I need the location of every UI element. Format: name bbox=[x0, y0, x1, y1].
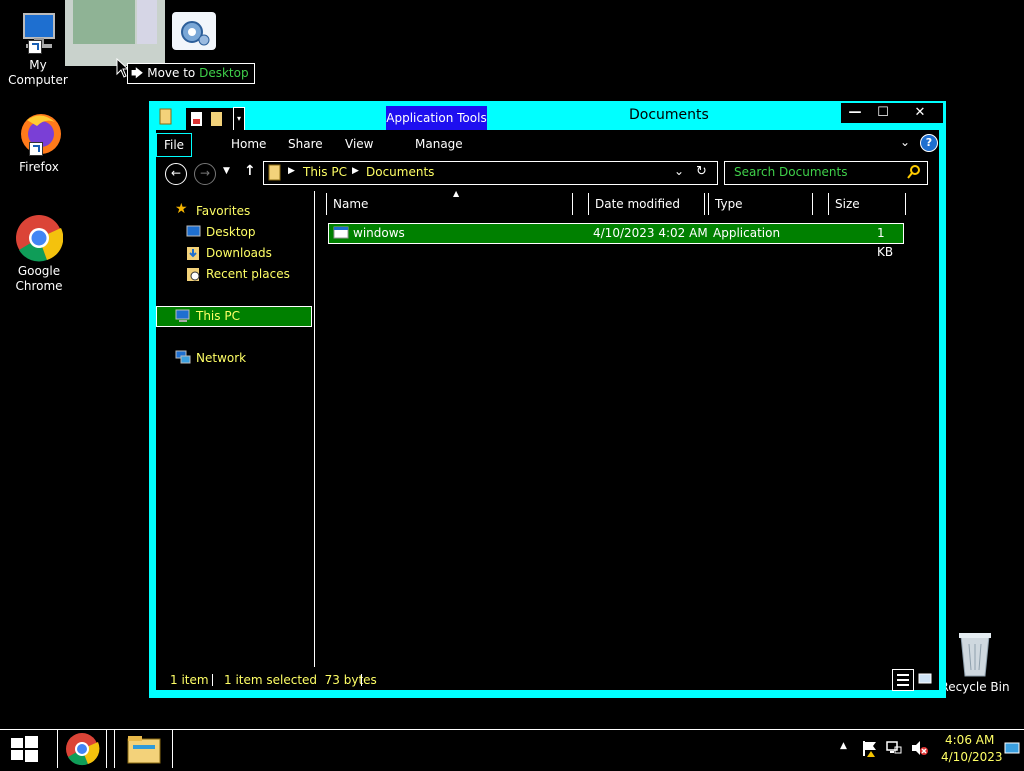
column-header-type[interactable]: Type bbox=[708, 193, 813, 215]
address-bar[interactable]: ▶ This PC ▶ Documents ⌄ ↻ bbox=[263, 161, 718, 185]
windows-logo-icon bbox=[11, 736, 38, 762]
window-title: Documents bbox=[629, 107, 709, 123]
desktop-icon-label: My Computer bbox=[8, 58, 68, 87]
nav-network[interactable]: Network bbox=[196, 351, 246, 365]
recycle-bin-icon bbox=[951, 630, 999, 678]
chrome-icon bbox=[66, 733, 100, 766]
nav-this-pc-selected[interactable]: This PC bbox=[156, 306, 312, 327]
nav-recent-places[interactable]: Recent places bbox=[206, 267, 290, 281]
status-separator bbox=[361, 674, 362, 686]
back-button[interactable]: ← bbox=[165, 163, 187, 185]
details-view-icon bbox=[897, 674, 909, 686]
desktop-icon-chrome[interactable]: Google Chrome bbox=[1, 214, 77, 294]
show-desktop-button[interactable] bbox=[1004, 742, 1020, 759]
contextual-tab-application-tools[interactable]: Application Tools bbox=[385, 105, 488, 132]
ribbon-expand-chevron-icon[interactable]: ⌄ bbox=[900, 135, 910, 149]
help-button[interactable]: ? bbox=[920, 134, 938, 152]
column-header-size[interactable]: Size bbox=[828, 193, 906, 215]
breadcrumb-documents[interactable]: Documents bbox=[366, 165, 434, 179]
clock-time[interactable]: 4:06 AM bbox=[945, 733, 994, 747]
up-button[interactable]: ↑ bbox=[244, 163, 256, 179]
nav-favorites[interactable]: Favorites bbox=[196, 204, 250, 218]
tab-home[interactable]: Home bbox=[221, 133, 276, 155]
mouse-cursor-icon bbox=[116, 57, 130, 81]
file-size: 1 KB bbox=[877, 226, 894, 259]
nav-desktop[interactable]: Desktop bbox=[206, 225, 256, 239]
column-header-date[interactable]: Date modified bbox=[588, 193, 705, 215]
tab-file[interactable]: File bbox=[156, 133, 192, 157]
taskbar-explorer-button[interactable] bbox=[114, 730, 173, 768]
clock-date[interactable]: 4/10/2023 bbox=[941, 750, 1003, 764]
volume-muted-icon[interactable] bbox=[910, 740, 928, 759]
column-header-name[interactable]: Name bbox=[326, 193, 573, 215]
status-separator bbox=[212, 674, 213, 686]
status-selection: 1 item selected 73 bytes bbox=[224, 673, 377, 687]
file-explorer-icon bbox=[127, 736, 161, 764]
large-icons-view-icon bbox=[918, 673, 932, 684]
address-dropdown-chevron-icon[interactable]: ⌄ bbox=[674, 164, 684, 178]
breadcrumb-separator-icon: ▶ bbox=[288, 166, 295, 176]
firefox-icon bbox=[15, 110, 63, 158]
desktop-icon-label: Google Chrome bbox=[15, 264, 63, 293]
drag-ghost-settings-icon bbox=[172, 12, 216, 50]
tab-manage[interactable]: Manage bbox=[405, 133, 473, 155]
details-view-button[interactable] bbox=[892, 669, 914, 691]
documents-folder-icon bbox=[268, 164, 282, 184]
search-icon[interactable] bbox=[907, 164, 921, 183]
start-button[interactable] bbox=[0, 730, 48, 768]
desktop-folder-icon bbox=[186, 225, 201, 241]
desktop-icon-recycle-bin[interactable]: Recycle Bin bbox=[937, 630, 1013, 695]
window-folder-icon bbox=[159, 107, 173, 128]
desktop-icon-firefox[interactable]: Firefox bbox=[1, 110, 77, 175]
customize-qat-button[interactable]: ▾ bbox=[233, 107, 245, 131]
search-placeholder: Search Documents bbox=[734, 165, 848, 179]
explorer-window[interactable]: ▾ Application Tools Documents — ☐ ✕ File… bbox=[149, 101, 946, 698]
status-item-count: 1 item bbox=[170, 673, 209, 687]
show-hidden-icons-button[interactable]: ▲ bbox=[840, 741, 847, 751]
move-arrow-icon: 🡆 bbox=[131, 66, 144, 80]
desktop-icon-my-computer[interactable]: My Computer bbox=[0, 8, 76, 88]
search-input[interactable]: Search Documents bbox=[724, 161, 928, 185]
nav-downloads[interactable]: Downloads bbox=[206, 246, 272, 260]
tab-share[interactable]: Share bbox=[278, 133, 333, 155]
action-center-flag-icon[interactable] bbox=[862, 740, 878, 760]
drag-tooltip: 🡆 Move to Desktop bbox=[127, 63, 255, 84]
network-icon bbox=[175, 350, 191, 368]
tab-view[interactable]: View bbox=[335, 133, 383, 155]
show-desktop-icon bbox=[1004, 742, 1020, 754]
file-type: Application bbox=[713, 226, 781, 240]
breadcrumb-separator-icon: ▶ bbox=[352, 166, 359, 176]
recent-places-icon bbox=[186, 267, 201, 285]
file-date: 4/10/2023 4:02 AM bbox=[593, 226, 708, 240]
downloads-folder-icon bbox=[186, 246, 201, 264]
taskbar: ▲ 4:06 AM 4/10/2023 bbox=[0, 729, 1024, 769]
refresh-icon[interactable]: ↻ bbox=[696, 164, 707, 179]
taskbar-chrome-button[interactable] bbox=[57, 730, 107, 768]
computer-icon bbox=[14, 8, 62, 56]
desktop-icon-label: Recycle Bin bbox=[940, 680, 1010, 694]
drag-ghost-window bbox=[65, 0, 165, 66]
desktop-icon-label: Firefox bbox=[19, 160, 59, 174]
nav-this-pc-label: This PC bbox=[196, 309, 240, 323]
forward-button[interactable]: → bbox=[194, 163, 216, 185]
pane-divider[interactable] bbox=[314, 191, 315, 667]
this-pc-icon bbox=[175, 309, 191, 326]
file-row[interactable]: windows 4/10/2023 4:02 AM Application 1 … bbox=[328, 223, 904, 259]
favorites-star-icon: ★ bbox=[175, 201, 188, 217]
large-icons-view-button[interactable] bbox=[917, 671, 933, 690]
breadcrumb-this-pc[interactable]: This PC bbox=[303, 165, 347, 179]
recent-locations-chevron-icon[interactable]: ▼ bbox=[223, 166, 230, 176]
application-file-icon bbox=[333, 226, 349, 242]
chrome-icon bbox=[15, 214, 64, 262]
file-name: windows bbox=[353, 226, 405, 240]
new-folder-icon[interactable] bbox=[210, 111, 224, 130]
maximize-button[interactable]: ☐ bbox=[869, 103, 897, 123]
close-button[interactable]: ✕ bbox=[897, 103, 943, 123]
properties-icon[interactable] bbox=[190, 111, 204, 130]
minimize-button[interactable]: — bbox=[841, 103, 869, 123]
network-tray-icon[interactable] bbox=[886, 740, 902, 759]
